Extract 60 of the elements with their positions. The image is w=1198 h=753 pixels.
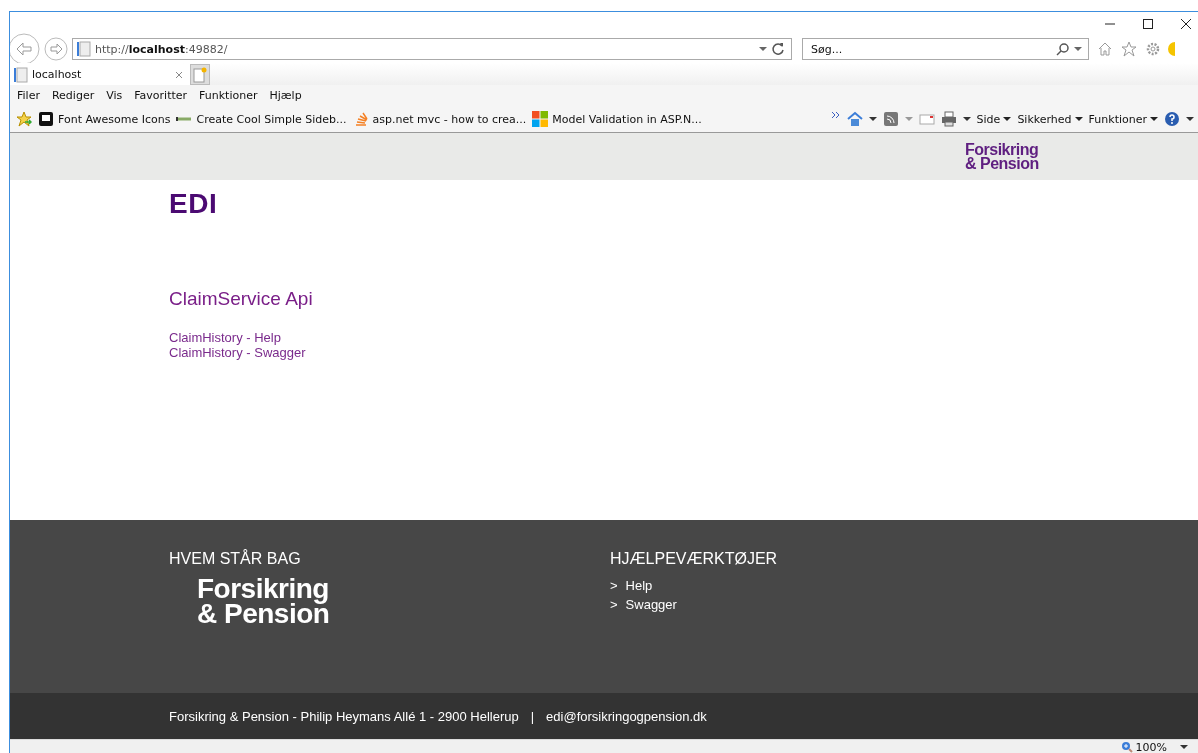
- printer-icon[interactable]: [940, 111, 957, 127]
- star-icon[interactable]: [1121, 41, 1137, 57]
- favorite-link[interactable]: Font Awesome Icons: [38, 111, 171, 127]
- search-field[interactable]: Søg...: [802, 38, 1089, 60]
- search-icon[interactable]: [1056, 42, 1070, 56]
- arrow-glyph: >: [610, 596, 618, 614]
- favorites-star-icon[interactable]: [16, 111, 32, 127]
- address-text: Forsikring & Pension - Philip Heymans Allé 1 - 2900 Hellerup: [169, 708, 519, 724]
- home-icon[interactable]: [1097, 41, 1113, 57]
- help-icon[interactable]: [1164, 111, 1180, 127]
- zoom-icon[interactable]: [1120, 741, 1133, 753]
- caret-icon[interactable]: [868, 115, 877, 123]
- section-heading: ClaimService Api: [169, 288, 313, 310]
- footer-link[interactable]: Swagger: [625, 595, 677, 614]
- refresh-icon[interactable]: [771, 42, 785, 56]
- home-icon[interactable]: [846, 111, 863, 127]
- menu-item[interactable]: Funktioner: [199, 89, 258, 102]
- command-menu[interactable]: Side: [976, 112, 1012, 126]
- logo[interactable]: Forsikring & Pension: [965, 142, 1039, 171]
- dropdown-icon[interactable]: [1074, 45, 1082, 53]
- footer-logo[interactable]: Forsikring & Pension: [197, 576, 610, 626]
- menu-item[interactable]: Hjælp: [269, 89, 302, 102]
- favorite-link[interactable]: asp.net mvc - how to crea...: [352, 111, 527, 127]
- rss-icon[interactable]: [882, 111, 899, 127]
- caret-icon[interactable]: [1186, 115, 1194, 123]
- caret-icon[interactable]: [1180, 743, 1188, 751]
- command-menu[interactable]: Funktioner: [1088, 112, 1158, 126]
- settings-icon[interactable]: [1145, 41, 1161, 57]
- mail-icon[interactable]: [918, 111, 935, 127]
- page-icon: [77, 41, 91, 57]
- footer-heading: HVEM STÅR BAG: [169, 550, 302, 568]
- menu-item[interactable]: Rediger: [51, 89, 95, 102]
- favorite-link[interactable]: Model Validation in ASP.N...: [532, 111, 702, 127]
- maximize-icon[interactable]: [1142, 17, 1154, 30]
- page-icon: [14, 66, 28, 83]
- command-menu[interactable]: Sikkerhed: [1017, 112, 1083, 126]
- dropdown-icon[interactable]: [759, 45, 767, 53]
- arrow-glyph: >: [610, 577, 618, 595]
- menu-item[interactable]: Favoritter: [134, 89, 188, 102]
- menu-item[interactable]: Filer: [17, 89, 40, 102]
- footer-link[interactable]: Help: [625, 576, 653, 595]
- flag-icon: [38, 111, 54, 127]
- footer-heading: HJÆLPEVÆRKTØJER: [610, 550, 778, 568]
- email-link[interactable]: edi@forsikringogpension.dk: [546, 708, 707, 724]
- zoom-level[interactable]: 100%: [1135, 740, 1167, 753]
- caret-icon[interactable]: [962, 115, 971, 123]
- caret-icon[interactable]: [1150, 115, 1158, 123]
- api-link[interactable]: ClaimHistory - Swagger: [169, 345, 306, 360]
- caret-icon[interactable]: [1074, 115, 1083, 123]
- new-page-icon: [193, 66, 207, 83]
- windows-icon: [532, 111, 549, 127]
- menu-item[interactable]: Vis: [106, 89, 123, 102]
- chevron-icon[interactable]: [830, 111, 841, 119]
- address-field[interactable]: http://localhost:49882/: [72, 38, 792, 60]
- close-icon[interactable]: [1180, 17, 1192, 30]
- separator: |: [530, 708, 535, 724]
- page-title: EDI: [169, 188, 218, 220]
- caret-icon[interactable]: [1003, 115, 1012, 123]
- favorite-link[interactable]: Create Cool Simple Sideb...: [176, 111, 347, 127]
- api-link[interactable]: ClaimHistory - Help: [169, 330, 281, 345]
